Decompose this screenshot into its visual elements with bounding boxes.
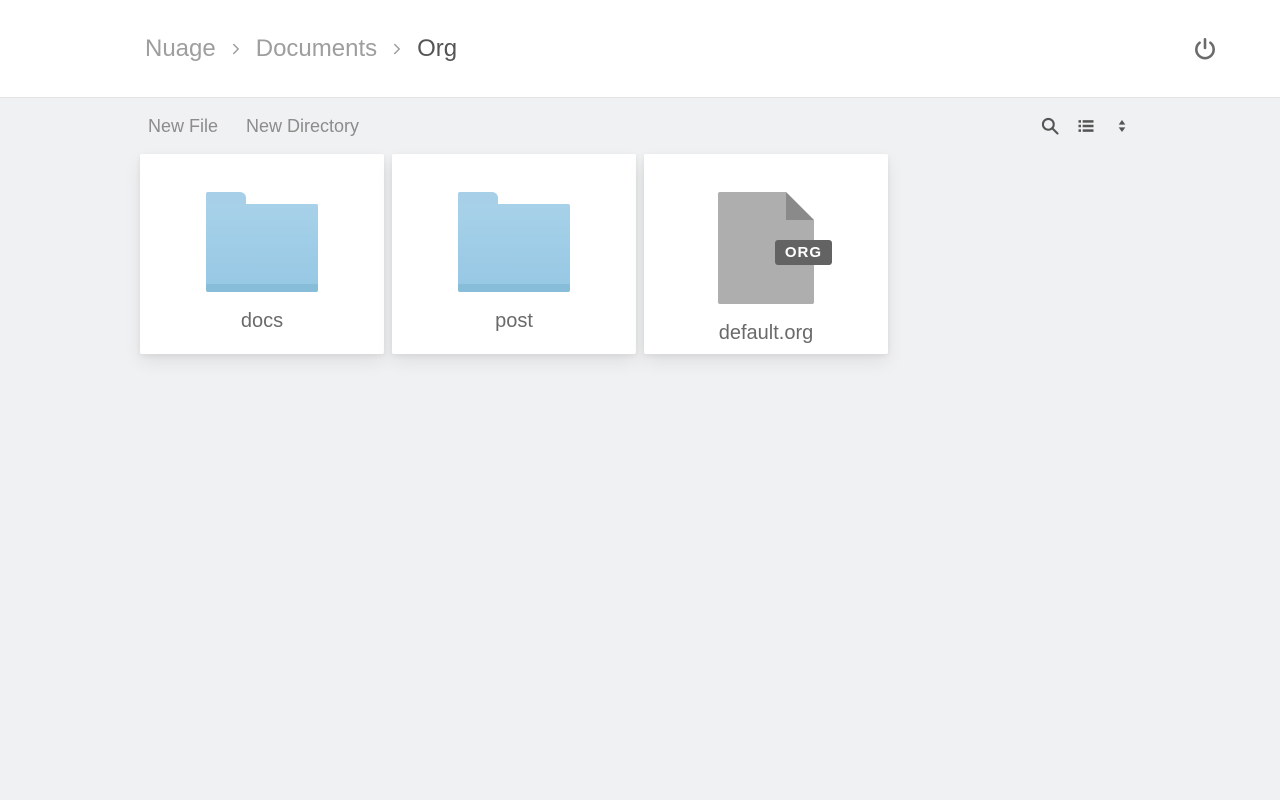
folder-icon	[206, 192, 318, 292]
chevron-right-icon	[387, 39, 407, 59]
item-label: default.org	[719, 322, 814, 345]
breadcrumb-item-root[interactable]: Nuage	[145, 35, 216, 63]
header-bar: Nuage Documents Org	[0, 0, 1280, 98]
list-view-icon[interactable]	[1076, 116, 1096, 136]
new-file-button[interactable]: New File	[148, 116, 218, 137]
file-icon: ORG	[718, 192, 814, 304]
search-icon[interactable]	[1040, 116, 1060, 136]
file-item[interactable]: ORG default.org	[644, 154, 888, 354]
breadcrumb: Nuage Documents Org	[145, 35, 457, 63]
item-label: post	[495, 310, 533, 333]
folder-item[interactable]: post	[392, 154, 636, 354]
new-directory-button[interactable]: New Directory	[246, 116, 359, 137]
power-icon[interactable]	[1192, 36, 1218, 62]
file-grid: docs post ORG default.org	[0, 154, 1280, 354]
toolbar: New File New Directory	[0, 98, 1280, 154]
sort-icon[interactable]	[1112, 116, 1132, 136]
chevron-right-icon	[226, 39, 246, 59]
breadcrumb-item-current: Org	[417, 35, 457, 63]
toolbar-icons	[1040, 116, 1132, 136]
breadcrumb-item-documents[interactable]: Documents	[256, 35, 377, 63]
folder-icon	[458, 192, 570, 292]
item-label: docs	[241, 310, 283, 333]
file-ext-badge: ORG	[775, 240, 832, 265]
folder-item[interactable]: docs	[140, 154, 384, 354]
